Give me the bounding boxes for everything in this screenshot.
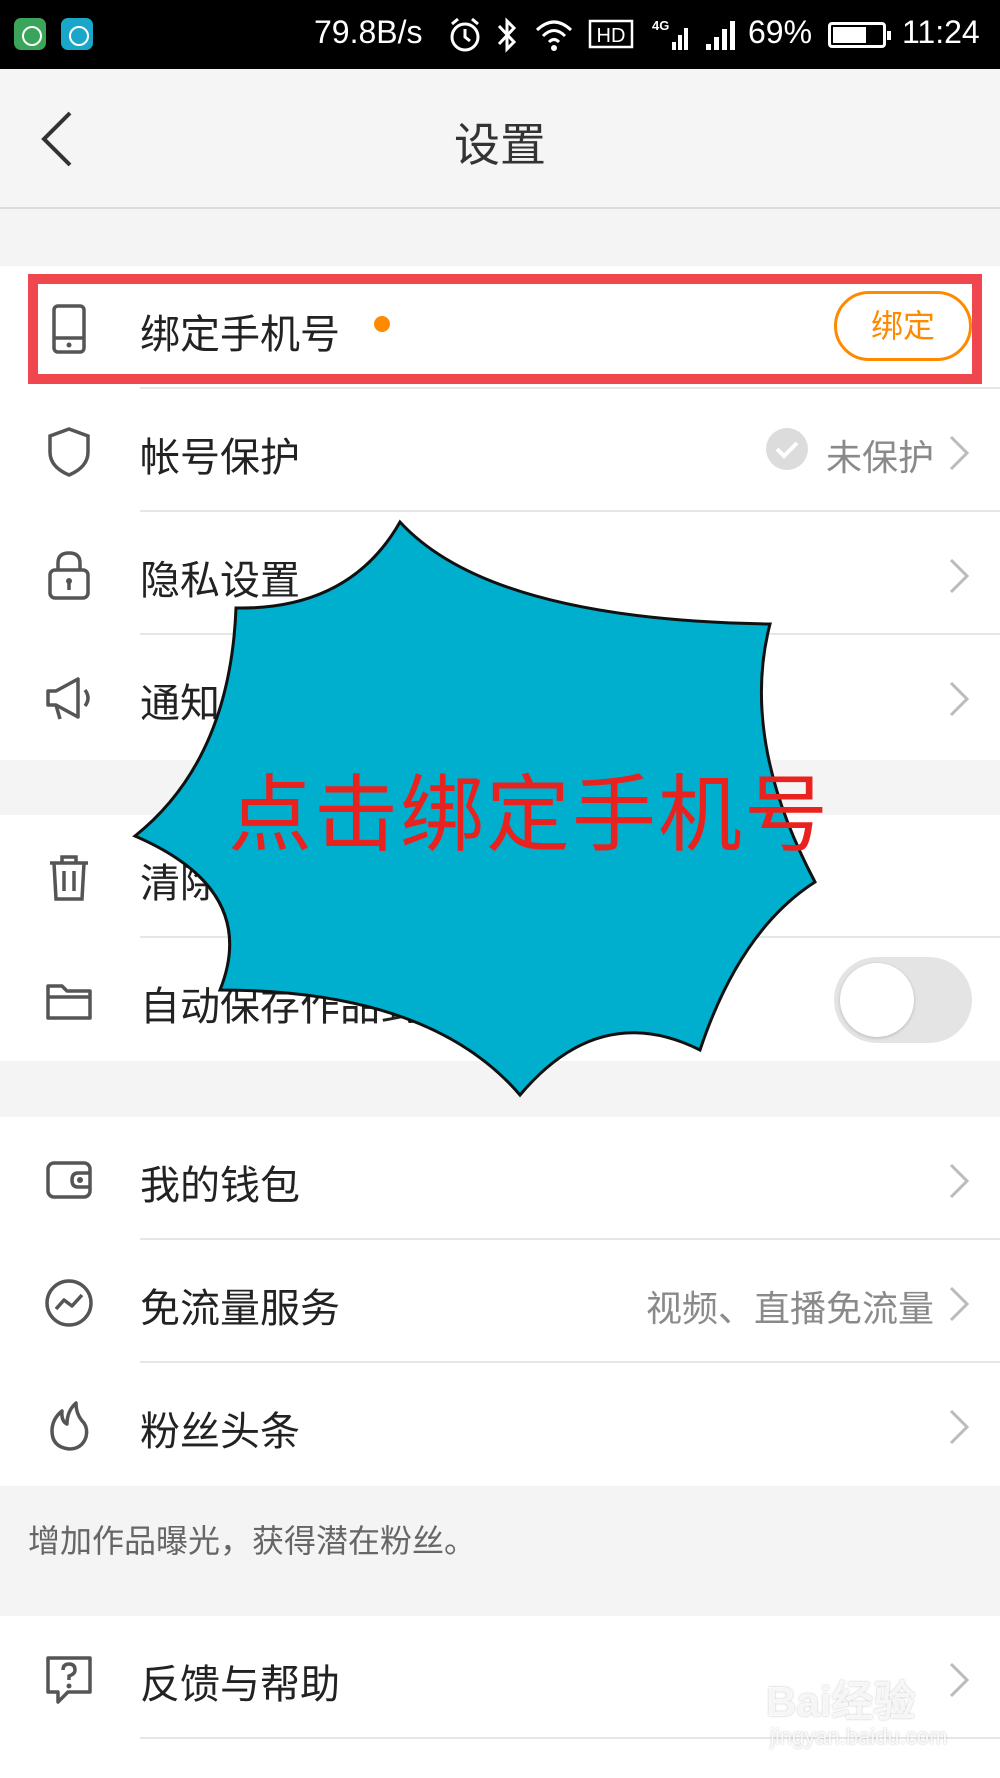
fan-headline-footnote: 增加作品曝光，获得潜在粉丝。 [28,1522,477,1560]
notification-settings-label: 通知设置 [140,681,300,727]
wallet-label: 我的钱包 [140,1163,300,1209]
wallet-row[interactable]: 我的钱包 [0,1117,1000,1240]
watermark-url: jingyan.baidu.com [770,1724,948,1749]
watermark-brand: Bai经验 [766,1678,916,1725]
callout-text: 点击绑定手机号 [228,766,831,864]
bluetooth-icon [497,17,517,53]
chevron-right-icon [949,1409,970,1445]
free-data-value: 视频、直播免流量 [645,1289,934,1330]
phone-icon [52,304,86,354]
check-circle-icon [766,428,808,470]
chevron-right-icon [949,681,970,717]
clock: 11:24 [902,14,980,50]
free-data-label: 免流量服务 [140,1286,340,1332]
trash-icon [50,855,88,901]
privacy-settings-row[interactable]: 隐私设置 [0,512,1000,635]
megaphone-icon [46,677,90,720]
network-speed: 79.8B/s [314,14,423,50]
svg-text:HD: HD [597,25,626,47]
auto-save-label: 自动保存作品到相册 [140,984,500,1030]
svg-text:4G: 4G [652,18,669,33]
unbound-indicator-dot [374,316,390,332]
page-title: 设置 [454,118,546,172]
app-notification-icon [61,18,93,50]
app-notification-icon [14,18,46,50]
battery-level [833,27,866,43]
bind-phone-button[interactable]: 绑定 [834,291,972,361]
question-icon [46,1656,92,1704]
shield-icon [48,427,90,477]
folder-icon [46,984,92,1020]
trend-icon [45,1279,93,1327]
account-protection-row[interactable]: 帐号保护 未保护 [0,389,1000,512]
flame-icon [50,1401,89,1451]
alarm-icon [450,17,480,52]
chevron-right-icon [949,558,970,594]
free-data-row[interactable]: 免流量服务 视频、直播免流量 [0,1240,1000,1363]
notification-settings-row[interactable]: 通知设置 [0,635,1000,758]
battery-icon [828,22,891,48]
hd-icon: HD [588,19,634,49]
protection-status: 未保护 [825,438,934,479]
services-section: 我的钱包 免流量服务 视频、直播免流量 粉丝头条 [0,1117,1000,1486]
toggle-knob [840,963,914,1037]
privacy-settings-label: 隐私设置 [140,558,300,604]
fan-headline-row[interactable]: 粉丝头条 [0,1363,1000,1486]
4g-signal-icon: 4G [652,18,688,50]
account-protection-label: 帐号保护 [140,435,300,481]
chevron-right-icon [949,1163,970,1199]
bind-phone-label: 绑定手机号 [140,312,340,358]
chevron-right-icon [949,435,970,471]
fan-headline-label: 粉丝头条 [140,1409,300,1455]
nav-header: 设置 [0,69,1000,209]
battery-percentage: 69% [748,14,813,50]
chevron-right-icon [949,1286,970,1322]
signal-icon [706,21,735,50]
wallet-icon [46,1161,92,1199]
feedback-help-label: 反馈与帮助 [140,1662,340,1708]
auto-save-toggle[interactable] [834,957,972,1043]
lock-icon [48,551,90,600]
status-bar: 79.8B/s HD 4G 69% 11:24 [0,0,1000,69]
watermark: Bai经验 jingyan.baidu.com [766,1668,976,1758]
wifi-icon [535,20,573,51]
